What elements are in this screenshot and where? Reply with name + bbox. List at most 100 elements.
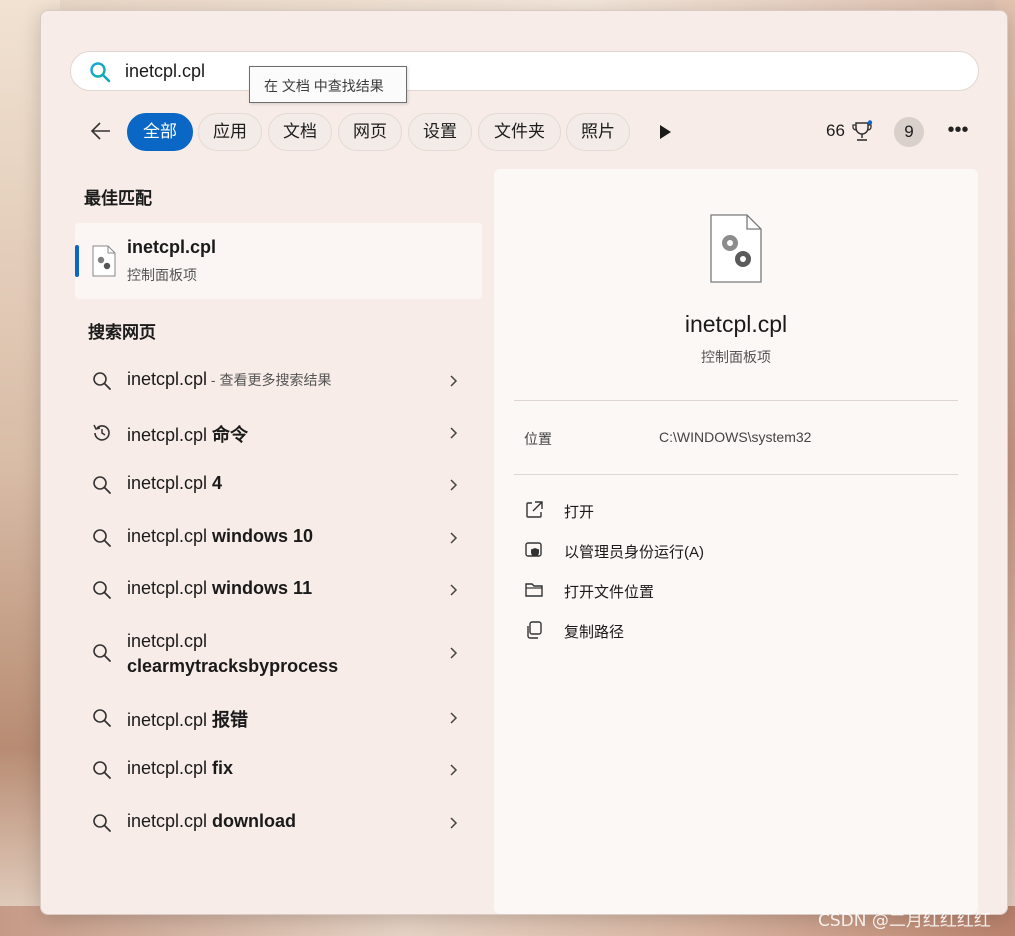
web-result-query: inetcpl.cpl (127, 369, 208, 389)
watermark: CSDN @二月红红红红 (818, 911, 991, 931)
web-result-query: inetcpl.cpl (127, 526, 213, 546)
profile-badge[interactable]: 9 (894, 117, 924, 147)
web-result-item[interactable]: inetcpl.cpl clearmytracksbyprocess (75, 625, 482, 681)
web-result-text: inetcpl.cpl windows 11 (127, 578, 312, 599)
web-result-suggestion: 4 (212, 473, 223, 493)
chevron-right-icon (450, 479, 458, 491)
filter-web[interactable]: 网页 (338, 113, 402, 151)
filter-photos[interactable]: 照片 (566, 113, 630, 151)
web-result-suggestion: clearmytracksbyprocess (127, 656, 339, 676)
run-as-admin-label: 以管理员身份运行(A) (564, 544, 704, 561)
open-action[interactable]: 打开 (524, 497, 944, 525)
open-file-location-action[interactable]: 打开文件位置 (524, 577, 944, 605)
web-result-suggestion: windows 11 (212, 578, 313, 598)
copy-path-label: 复制路径 (564, 624, 625, 641)
web-result-item[interactable]: inetcpl.cpl - 查看更多搜索结果 (75, 364, 482, 398)
filter-all[interactable]: 全部 (127, 113, 193, 151)
web-search-heading: 搜索网页 (88, 323, 156, 342)
web-result-suggestion: 命令 (212, 425, 249, 445)
best-match-item[interactable]: inetcpl.cpl 控制面板项 (75, 223, 482, 299)
search-icon (93, 644, 111, 662)
search-icon (90, 62, 111, 83)
web-result-text: inetcpl.cpl windows 10 (127, 526, 313, 547)
web-result-suggestion: download (212, 811, 297, 831)
open-label: 打开 (564, 504, 595, 521)
web-result-query: inetcpl.cpl (127, 425, 213, 445)
web-result-item[interactable]: inetcpl.cpl 报错 (75, 701, 482, 735)
web-result-text: inetcpl.cpl fix (127, 758, 233, 779)
web-result-suggestion: fix (212, 758, 234, 778)
shield-icon (525, 542, 542, 557)
trophy-icon[interactable] (851, 120, 873, 144)
best-match-heading: 最佳匹配 (84, 189, 152, 208)
web-result-query: inetcpl.cpl (127, 758, 213, 778)
control-panel-file-icon (92, 245, 116, 277)
chevron-right-icon (450, 647, 458, 659)
chevron-right-icon (450, 764, 458, 776)
web-result-item[interactable]: inetcpl.cpl download (75, 806, 482, 840)
web-result-item[interactable]: inetcpl.cpl 4 (75, 468, 482, 502)
search-query: inetcpl.cpl (125, 61, 206, 81)
web-result-text: inetcpl.cpl 报错 (127, 706, 248, 732)
web-result-suggestion: windows 10 (212, 526, 314, 546)
history-icon (93, 424, 110, 441)
web-result-text: inetcpl.cpl - 查看更多搜索结果 (127, 369, 332, 390)
chevron-right-icon (450, 584, 458, 596)
selection-indicator (75, 245, 79, 277)
web-result-item[interactable]: inetcpl.cpl fix (75, 753, 482, 787)
run-as-admin-action[interactable]: 以管理员身份运行(A) (524, 537, 944, 565)
detail-subtitle: 控制面板项 (701, 349, 771, 365)
folder-icon (525, 583, 543, 597)
search-input[interactable]: inetcpl.cpl (70, 51, 979, 91)
location-value: C:\WINDOWS\system32 (659, 429, 812, 445)
search-icon (93, 814, 111, 832)
filter-settings[interactable]: 设置 (408, 113, 472, 151)
search-icon (93, 761, 111, 779)
chevron-right-icon (450, 427, 458, 439)
open-file-location-label: 打开文件位置 (564, 584, 655, 601)
filter-apps[interactable]: 应用 (198, 113, 262, 151)
back-arrow-icon[interactable] (89, 119, 113, 143)
chevron-right-icon (450, 817, 458, 829)
play-icon[interactable] (658, 124, 672, 140)
search-icon (93, 476, 111, 494)
chevron-right-icon (450, 712, 458, 724)
chevron-right-icon (450, 375, 458, 387)
web-result-query: inetcpl.cpl (127, 473, 213, 493)
filter-documents[interactable]: 文档 (268, 113, 332, 151)
best-match-subtitle: 控制面板项 (127, 267, 197, 283)
divider (514, 474, 958, 475)
web-result-query: inetcpl.cpl (127, 578, 213, 598)
web-result-text: inetcpl.cpl download (127, 811, 296, 832)
search-panel: inetcpl.cpl 在 文档 中查找结果 全部 应用 文档 网页 设置 文件… (40, 10, 1008, 915)
search-icon (93, 529, 111, 547)
chevron-right-icon (450, 532, 458, 544)
detail-title: inetcpl.cpl (684, 311, 788, 337)
location-label: 位置 (524, 431, 552, 447)
rewards-points: 66 (826, 121, 845, 140)
web-result-text: inetcpl.cpl clearmytracksbyprocess (127, 629, 338, 679)
web-result-text: inetcpl.cpl 4 (127, 473, 222, 494)
control-panel-file-icon (710, 214, 762, 283)
web-result-item[interactable]: inetcpl.cpl 命令 (75, 416, 482, 450)
web-result-item[interactable]: inetcpl.cpl windows 10 (75, 521, 482, 555)
web-result-query: inetcpl.cpl (127, 710, 213, 730)
search-icon (93, 581, 111, 599)
divider (514, 400, 958, 401)
web-result-hint: - 查看更多搜索结果 (207, 372, 332, 388)
web-result-text: inetcpl.cpl 命令 (127, 421, 248, 447)
tooltip: 在 文档 中查找结果 (249, 66, 407, 103)
best-match-title: inetcpl.cpl (127, 237, 217, 257)
filter-folders[interactable]: 文件夹 (478, 113, 561, 151)
web-result-query: inetcpl.cpl (127, 631, 208, 651)
web-result-query: inetcpl.cpl (127, 811, 213, 831)
detail-pane: inetcpl.cpl 控制面板项 位置 C:\WINDOWS\system32… (494, 169, 978, 914)
web-result-item[interactable]: inetcpl.cpl windows 11 (75, 573, 482, 607)
search-icon (93, 709, 111, 727)
open-external-icon (526, 501, 543, 518)
copy-icon (527, 621, 542, 639)
copy-path-action[interactable]: 复制路径 (524, 617, 944, 645)
search-icon (93, 372, 111, 390)
web-result-suggestion: 报错 (212, 710, 249, 730)
more-options-icon[interactable]: ••• (946, 117, 970, 147)
